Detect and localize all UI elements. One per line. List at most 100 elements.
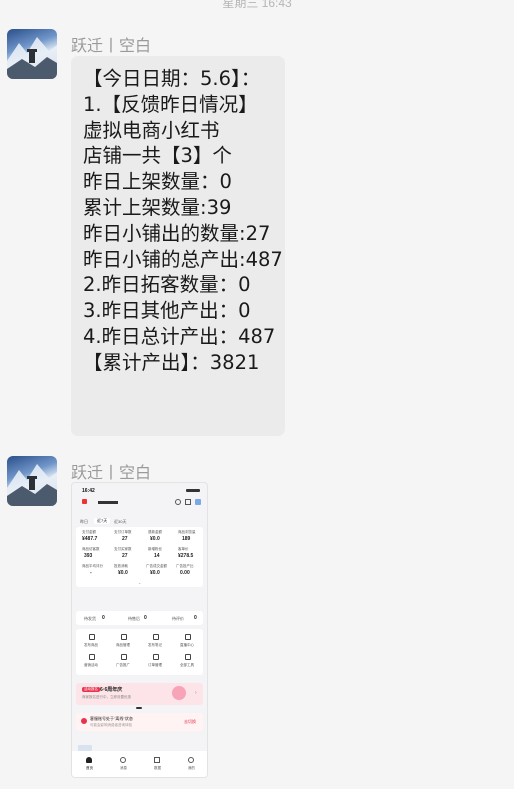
nav-label: 消息: [120, 766, 127, 770]
chevron-down-icon: ⌄: [138, 580, 142, 585]
sender-name: 跃迁丨空白: [71, 465, 152, 482]
scan-icon: [185, 499, 191, 505]
chat-timestamp: 星期三 16:43: [222, 0, 292, 10]
tab-yesterday-label: 昨日: [80, 519, 88, 524]
message-icon: [120, 757, 126, 763]
stat-label: 广告投产比: [176, 564, 194, 568]
stat-label: 支付买家数: [114, 547, 132, 551]
chevron-right-icon: ›: [195, 690, 197, 696]
live-center-icon: [185, 634, 191, 640]
message-bubble[interactable]: 【今日日期：5.6】： 1.【反馈昨日情况】 虚拟电商小红书 店铺一共【3】个 …: [71, 56, 285, 436]
stat-value: 14: [154, 553, 160, 559]
order-manage-icon: [153, 654, 159, 660]
banner-subtitle: 商家报名进行中，立即设置优惠: [82, 695, 131, 699]
stat-value: ¥278.5: [178, 553, 194, 559]
tool-label: 发布商品: [84, 643, 98, 647]
tab-30days: 近30天: [114, 519, 127, 524]
banner-title: 6·6周年庆: [100, 687, 123, 693]
stat-label: 广告成交金额: [146, 564, 167, 568]
order-label: 待评价: [172, 616, 184, 621]
shop-name: [98, 501, 118, 504]
bottom-nav: 首页 消息 数据 我的: [72, 751, 207, 777]
sender-avatar[interactable]: [7, 29, 57, 79]
shared-screenshot-image[interactable]: 16:42 昨日 近7天 近30天 支付金额 ¥487.7 支付订单数 27 退…: [71, 482, 208, 778]
message-line: 昨日小铺的总产出:487: [83, 247, 283, 271]
stat-label: 支付订单数: [114, 530, 132, 534]
stat-label: 商品访客数: [82, 547, 100, 551]
tool-label: 直播中心: [180, 643, 194, 647]
stat-label: 新增粉丝: [148, 547, 162, 551]
search-icon: [175, 499, 181, 505]
ads-icon: [121, 654, 127, 660]
cake-icon: [172, 686, 186, 700]
alert-icon: [81, 718, 87, 724]
order-label: 待售后: [128, 616, 140, 621]
sender-name: 跃迁丨空白: [71, 38, 152, 55]
profile-icon: [188, 757, 194, 763]
notice-subtitle: 可能会影响消费者咨询体验: [90, 723, 132, 727]
service-notice: 客服账号处于"离线"状态 可能会影响消费者咨询体验 去切换: [76, 713, 203, 731]
nav-label: 首页: [86, 766, 93, 770]
stat-label: 支付金额: [82, 530, 96, 534]
stat-value: ¥0.0: [118, 570, 128, 576]
stats-card: 支付金额 ¥487.7 支付订单数 27 退款金额 ¥0.0 商品浏览量 189…: [76, 527, 203, 587]
carousel-dots: [136, 707, 142, 709]
product-manage-icon: [121, 634, 127, 640]
marketing-icon: [89, 654, 95, 660]
message-line: 虚拟电商小红书: [83, 118, 220, 142]
stat-value: ¥0.0: [150, 536, 160, 542]
message-line: 店铺一共【3】个: [83, 144, 232, 168]
tool-label: 商品管理: [116, 643, 130, 647]
message-line: 累计上架数量:39: [83, 195, 232, 219]
stat-value: 189: [182, 536, 191, 542]
message-line: 4.昨日总计产出：487: [83, 324, 276, 348]
stat-label: 商品浏览量: [178, 530, 196, 534]
stat-value: ¥487.7: [82, 536, 98, 542]
tool-label: 广告推广: [116, 663, 130, 667]
home-icon: [86, 757, 92, 763]
message-line: 【今日日期：5.6】：: [83, 67, 261, 90]
stat-value: 27: [122, 536, 128, 542]
stat-value: -: [90, 570, 92, 576]
tools-card: 发布商品 商品管理 发布笔记 直播中心 营销活动 广告推广 订单管理 全部工具: [76, 629, 203, 675]
publish-product-icon: [89, 634, 95, 640]
tool-label: 全部工具: [180, 663, 194, 667]
shop-logo-icon: [82, 499, 87, 504]
order-value: 0: [194, 615, 197, 621]
message-line: 1.【反馈昨日情况】: [83, 92, 258, 116]
order-value: 0: [102, 615, 105, 621]
message-line: 昨日小铺出的数量:27: [83, 221, 271, 245]
stat-label: 退款金额: [148, 530, 162, 534]
banner-tag: 活动报名: [82, 687, 100, 692]
nav-label: 我的: [188, 766, 195, 770]
stat-value: ¥0.0: [150, 570, 160, 576]
stat-label: 客单价: [178, 547, 189, 551]
stat-value: 27: [122, 553, 128, 559]
thumb-status-time: 16:42: [82, 488, 95, 494]
data-icon: [154, 757, 160, 763]
notice-title: 客服账号处于"离线"状态: [90, 716, 133, 721]
tool-label: 营销活动: [84, 663, 98, 667]
sender-avatar[interactable]: [7, 456, 57, 506]
stat-label: 商品平均评分: [82, 564, 103, 568]
battery-icon: [186, 489, 200, 492]
message-line: 【累计产出】：3821: [83, 350, 260, 374]
notice-action: 去切换: [184, 719, 196, 724]
tool-label: 订单管理: [148, 663, 162, 667]
stat-label: 投放消耗: [114, 564, 128, 568]
all-tools-icon: [185, 654, 191, 660]
promo-banner: 活动报名 6·6周年庆 商家报名进行中，立即设置优惠 ›: [76, 683, 203, 705]
tool-label: 发布笔记: [148, 643, 162, 647]
message-icon: [195, 499, 201, 505]
order-label: 待发货: [84, 616, 96, 621]
stat-value: 0.00: [180, 570, 190, 576]
order-count-card: 待发货 0 待售后 0 待评价 0: [76, 611, 203, 625]
message-line: 3.昨日其他产出：0: [83, 299, 251, 323]
nav-label: 数据: [154, 766, 161, 770]
publish-note-icon: [153, 634, 159, 640]
stat-value: 393: [84, 553, 93, 559]
order-value: 0: [144, 615, 147, 621]
message-line: 2.昨日拓客数量：0: [83, 273, 251, 297]
tab-7days: 近7天: [94, 518, 111, 524]
message-line: 昨日上架数量：0: [83, 170, 232, 194]
